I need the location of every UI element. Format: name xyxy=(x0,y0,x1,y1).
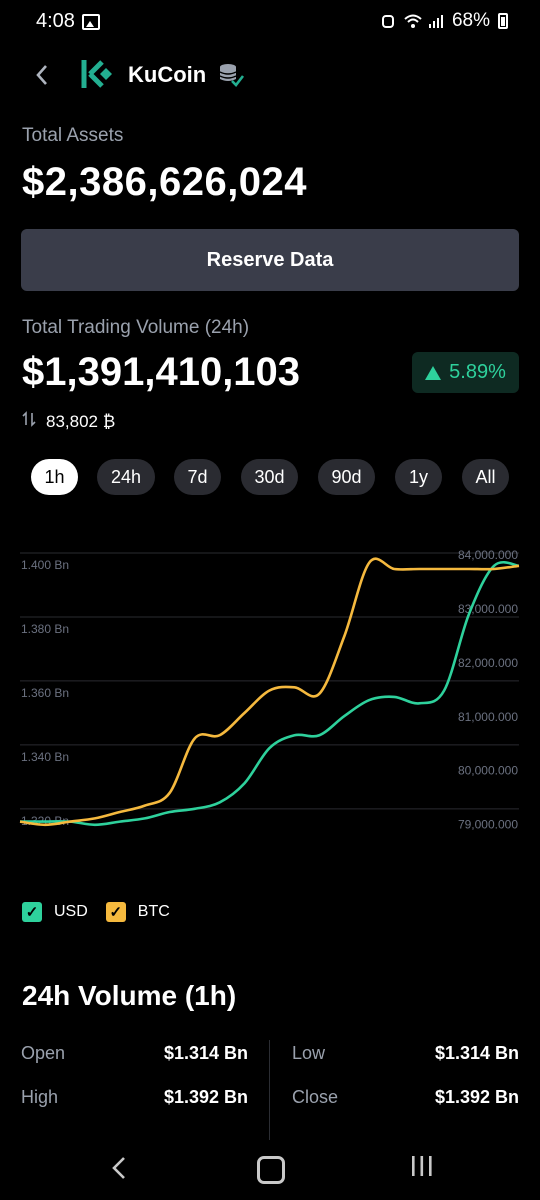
wifi-icon xyxy=(404,13,422,29)
stat-close-label: Close xyxy=(292,1087,339,1107)
brand-name: KuCoin xyxy=(128,62,207,87)
up-arrow-icon xyxy=(425,365,442,380)
total-assets-value: $2,386,626,024 xyxy=(22,160,308,204)
stat-low: Low $1.314 Bn xyxy=(292,1043,519,1067)
status-right: 68% xyxy=(380,10,508,32)
right-axis-tick: 81,000.000 xyxy=(458,710,518,724)
usd-checkbox-icon[interactable]: ✓ xyxy=(22,902,42,922)
signal-icon xyxy=(428,13,444,29)
battery-percent: 68% xyxy=(451,10,490,31)
change-badge: 5.89% xyxy=(412,352,519,393)
image-notification-icon xyxy=(82,14,100,30)
btc-checkbox-icon[interactable]: ✓ xyxy=(105,902,126,922)
left-axis-tick: 1.360 Bn xyxy=(21,686,69,700)
time-range-tabs: 1h 24h 7d 30d 90d 1y All xyxy=(31,459,509,495)
right-axis-tick: 84,000.000 xyxy=(458,548,518,562)
right-axis-tick: 80,000.000 xyxy=(458,764,518,778)
btc-volume-value: 83,802 ₿ xyxy=(46,411,116,431)
btc-volume-row: 83,802 ₿ xyxy=(22,411,115,432)
verified-reserve-icon[interactable] xyxy=(217,61,245,89)
nav-back-icon[interactable] xyxy=(108,1153,130,1191)
left-axis-tick: 1.380 Bn xyxy=(21,622,69,636)
trading-volume-value: $1,391,410,103 xyxy=(22,350,301,394)
status-bar: 4:08 68% xyxy=(0,0,540,44)
nav-recents-icon[interactable] xyxy=(410,1155,434,1184)
tab-1h[interactable]: 1h xyxy=(31,459,78,495)
tab-7d[interactable]: 7d xyxy=(174,459,221,495)
tab-24h[interactable]: 24h xyxy=(97,459,155,495)
legend-usd[interactable]: ✓ USD xyxy=(22,902,88,922)
right-axis-tick: 82,000.000 xyxy=(458,656,518,670)
stat-open-label: Open xyxy=(21,1043,66,1063)
stats-divider xyxy=(269,1040,270,1140)
nav-home-icon[interactable] xyxy=(257,1156,285,1184)
tab-all[interactable]: All xyxy=(462,459,509,495)
stat-low-value: $1.314 Bn xyxy=(434,1043,519,1063)
volume-line-chart[interactable]: 1.400 Bn1.380 Bn1.360 Bn1.340 Bn1.320 Bn… xyxy=(0,530,540,850)
reserve-data-button[interactable]: Reserve Data xyxy=(21,229,519,291)
total-assets-label: Total Assets xyxy=(22,125,124,146)
legend-usd-label: USD xyxy=(54,903,88,920)
volume-section-title: 24h Volume (1h) xyxy=(22,980,237,1011)
change-percent: 5.89% xyxy=(449,361,506,383)
series-line-usd xyxy=(19,560,520,827)
stat-low-label: Low xyxy=(292,1043,326,1063)
swap-arrows-icon xyxy=(22,411,36,432)
right-axis-tick: 83,000.000 xyxy=(458,602,518,616)
chart-legend: ✓ USD ✓ BTC xyxy=(22,902,170,922)
alarm-icon xyxy=(380,13,396,29)
trading-volume-label: Total Trading Volume (24h) xyxy=(22,317,250,338)
battery-icon xyxy=(498,13,508,29)
left-axis-tick: 1.340 Bn xyxy=(21,750,69,764)
tab-1y[interactable]: 1y xyxy=(395,459,442,495)
stat-close: Close $1.392 Bn xyxy=(292,1087,519,1111)
stat-high-label: High xyxy=(21,1087,59,1107)
stat-high: High $1.392 Bn xyxy=(21,1087,248,1111)
stat-high-value: $1.392 Bn xyxy=(163,1087,248,1107)
back-icon[interactable] xyxy=(28,60,58,90)
tab-30d[interactable]: 30d xyxy=(241,459,298,495)
status-time: 4:08 xyxy=(36,10,75,32)
legend-btc[interactable]: ✓ BTC xyxy=(105,902,170,922)
legend-btc-label: BTC xyxy=(137,903,170,920)
right-axis-tick: 79,000.000 xyxy=(458,818,518,832)
left-axis-tick: 1.400 Bn xyxy=(21,558,69,572)
tab-90d[interactable]: 90d xyxy=(318,459,375,495)
volume-stats: Open $1.314 Bn Low $1.314 Bn High $1.392… xyxy=(21,1040,519,1140)
stat-close-value: $1.392 Bn xyxy=(434,1087,519,1107)
kucoin-logo xyxy=(78,56,114,92)
stat-open-value: $1.314 Bn xyxy=(163,1043,248,1063)
stat-open: Open $1.314 Bn xyxy=(21,1043,248,1067)
